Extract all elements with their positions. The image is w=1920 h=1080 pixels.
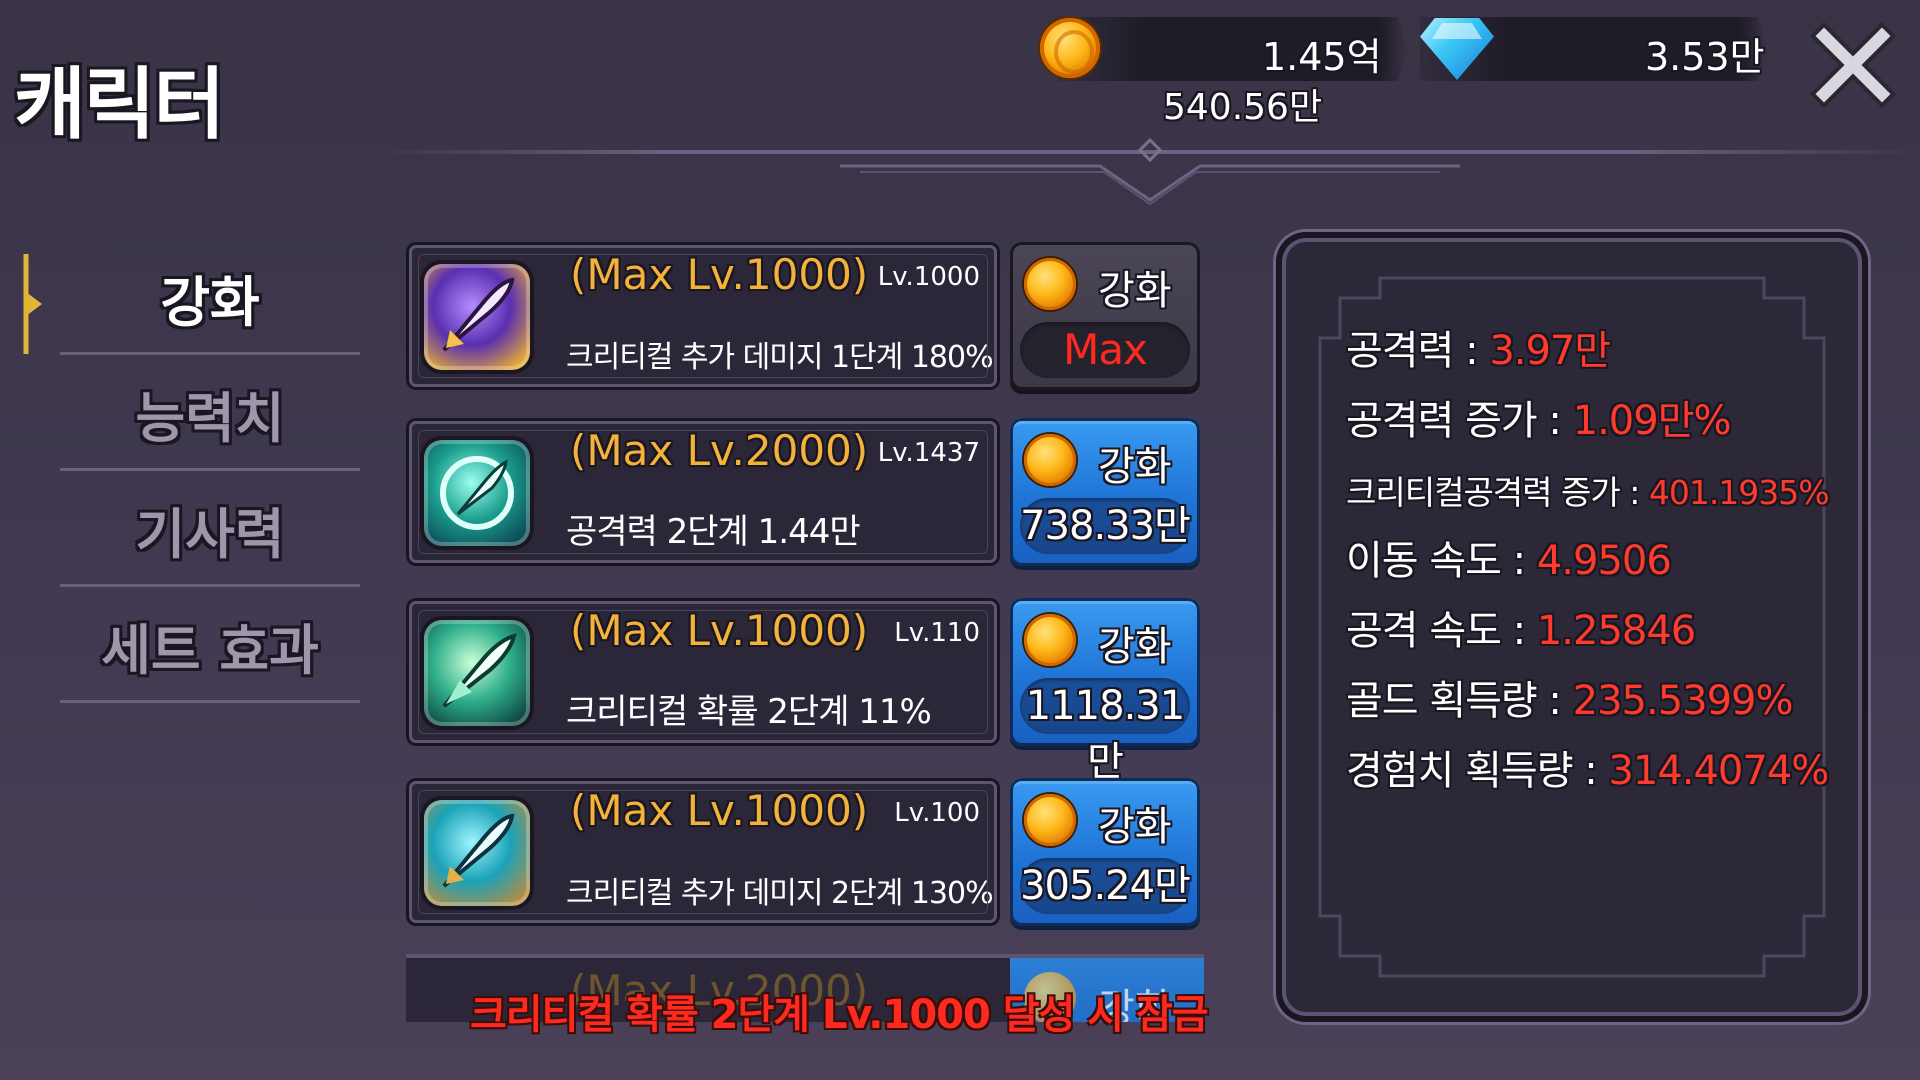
enhance-button-label: 강화 (1098, 268, 1172, 314)
upgrade-row: (Max Lv.1000) Lv.110 크리티컬 확률 2단계 11% (406, 598, 1000, 746)
attack-teal-icon (424, 440, 530, 546)
current-level-label: Lv.100 (894, 798, 980, 828)
stat-crit-attack-increase: 크리티컬공격력 증가 : 401.1935% (1346, 473, 1830, 512)
upgrade-row: (Max Lv.2000) Lv.1437 공격력 2단계 1.44만 (406, 418, 1000, 566)
tab-enhance[interactable]: 강화 (60, 248, 360, 358)
critical-damage-teal-icon (424, 800, 530, 906)
enhance-button[interactable]: 강화 738.33만 (1010, 418, 1200, 566)
upgrade-row: (Max Lv.1000) Lv.100 크리티컬 추가 데미지 2단계 130… (406, 778, 1000, 926)
gold-coin-icon (1024, 434, 1076, 486)
enhance-button[interactable]: 강화 305.24만 (1010, 778, 1200, 926)
tab-stats[interactable]: 능력치 (60, 364, 360, 474)
gem-amount: 3.53만 (1645, 35, 1765, 79)
current-level-label: Lv.110 (894, 618, 980, 648)
enhance-cost: 305.24만 (1020, 858, 1191, 914)
max-level-label: (Max Lv.1000) (570, 786, 869, 835)
close-icon[interactable] (1810, 22, 1896, 108)
gold-coin-icon (1040, 18, 1100, 78)
tab-divider (60, 352, 360, 355)
stat-gold-gain: 골드 획득량 : 235.5399% (1346, 678, 1793, 724)
tab-divider (60, 700, 360, 703)
critical-damage-purple-icon (424, 264, 530, 370)
effect-label: 크리티컬 추가 데미지 2단계 130% (566, 876, 994, 911)
max-level-label: (Max Lv.1000) (570, 250, 869, 299)
max-level-label: (Max Lv.2000) (570, 426, 869, 475)
effect-label: 공격력 2단계 1.44만 (566, 512, 861, 552)
stat-exp-gain: 경험치 획득량 : 314.4074% (1346, 748, 1829, 794)
enhance-cost: Max (1020, 322, 1190, 378)
gold-coin-icon (1024, 258, 1076, 310)
gold-amount: 1.45억 (1262, 35, 1382, 79)
enhance-button-label: 강화 (1098, 444, 1172, 490)
enhance-button[interactable]: 강화 1118.31만 (1010, 598, 1200, 785)
tab-set-effect[interactable]: 세트 효과 (60, 596, 360, 706)
enhance-cost: 738.33만 (1020, 498, 1191, 554)
effect-label: 크리티컬 추가 데미지 1단계 180% (566, 340, 994, 375)
gold-coin-icon (1024, 794, 1076, 846)
header-ornament (840, 138, 1460, 206)
tab-divider (60, 584, 360, 587)
upgrade-row: (Max Lv.1000) Lv.1000 크리티컬 추가 데미지 1단계 18… (406, 242, 1000, 390)
current-level-label: Lv.1437 (877, 438, 980, 468)
enhance-button-label: 강화 (1098, 624, 1172, 670)
stat-attack-increase: 공격력 증가 : 1.09만% (1346, 398, 1731, 444)
tab-knight-power[interactable]: 기사력 (60, 480, 360, 590)
gold-coin-icon (1024, 614, 1076, 666)
stat-move-speed: 이동 속도 : 4.9506 (1346, 538, 1672, 584)
stat-attack: 공격력 : 3.97만 (1346, 328, 1611, 374)
gold-sub-amount: 540.56만 (1163, 87, 1323, 128)
stat-attack-speed: 공격 속도 : 1.25846 (1346, 608, 1696, 654)
effect-label: 크리티컬 확률 2단계 11% (566, 692, 932, 732)
enhance-cost: 1118.31만 (1020, 678, 1190, 785)
enhance-button-label: 강화 (1098, 804, 1172, 850)
enhance-button[interactable]: 강화 Max (1010, 242, 1200, 390)
max-level-label: (Max Lv.1000) (570, 606, 869, 655)
tab-divider (60, 468, 360, 471)
page-title: 캐릭터 (14, 60, 225, 150)
lock-notice: 크리티컬 확률 2단계 Lv.1000 달성 시 잠금 (470, 992, 1209, 1038)
current-level-label: Lv.1000 (877, 262, 980, 292)
critical-rate-green-icon (424, 620, 530, 726)
active-tab-marker (23, 254, 42, 354)
